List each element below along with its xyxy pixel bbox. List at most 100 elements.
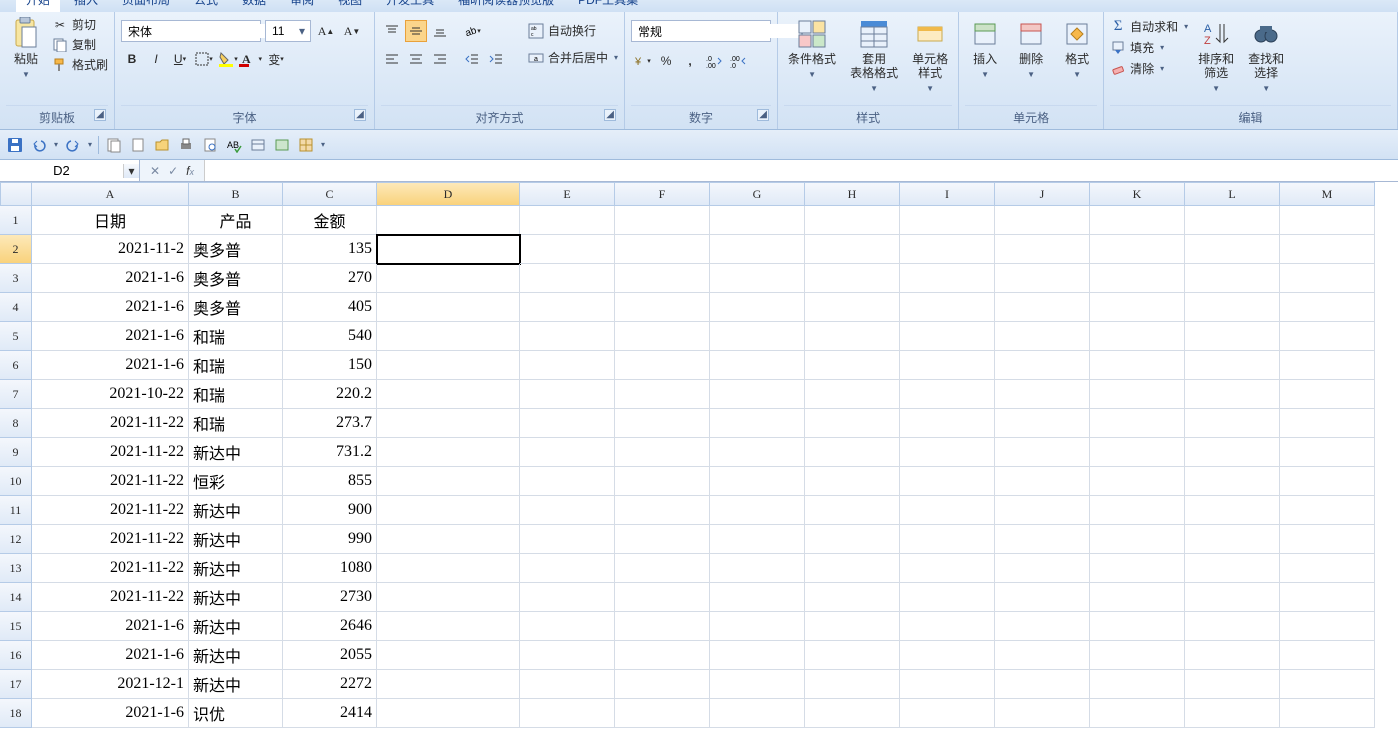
cell[interactable]: 2730 xyxy=(283,583,377,612)
merge-center-button[interactable]: a合并后居中▾ xyxy=(528,49,618,66)
cell[interactable] xyxy=(377,351,520,380)
cell[interactable] xyxy=(995,525,1090,554)
tab-5[interactable]: 审阅 xyxy=(280,0,324,12)
cell[interactable] xyxy=(900,583,995,612)
cell[interactable] xyxy=(520,206,615,235)
cell[interactable] xyxy=(1185,293,1280,322)
cell[interactable] xyxy=(805,612,900,641)
cell[interactable] xyxy=(377,583,520,612)
cell[interactable] xyxy=(710,351,805,380)
redo-icon[interactable] xyxy=(64,136,82,154)
cell[interactable] xyxy=(520,554,615,583)
cell[interactable] xyxy=(615,525,710,554)
sort-filter-button[interactable]: AZ排序和 筛选▼ xyxy=(1194,16,1238,98)
cell[interactable] xyxy=(615,583,710,612)
row-header[interactable]: 17 xyxy=(0,670,32,699)
qat-icon[interactable] xyxy=(249,136,267,154)
cell[interactable] xyxy=(995,351,1090,380)
phonetic-button[interactable]: 变▾ xyxy=(265,48,287,70)
cell[interactable]: 2021-1-6 xyxy=(32,351,189,380)
cell[interactable] xyxy=(900,670,995,699)
quickprint-icon[interactable] xyxy=(177,136,195,154)
cell[interactable] xyxy=(900,322,995,351)
cell[interactable] xyxy=(710,583,805,612)
cell[interactable] xyxy=(995,641,1090,670)
cut-button[interactable]: ✂剪切 xyxy=(52,16,108,33)
cell[interactable]: 金额 xyxy=(283,206,377,235)
tab-7[interactable]: 开发工具 xyxy=(376,0,444,12)
row-header[interactable]: 9 xyxy=(0,438,32,467)
cell[interactable] xyxy=(1280,670,1375,699)
cell[interactable] xyxy=(995,612,1090,641)
cell[interactable]: 2055 xyxy=(283,641,377,670)
cell[interactable] xyxy=(805,670,900,699)
fx-icon[interactable]: fx xyxy=(186,164,194,178)
cell[interactable] xyxy=(1280,322,1375,351)
cell[interactable] xyxy=(995,322,1090,351)
cell[interactable] xyxy=(710,380,805,409)
shrink-font-button[interactable]: A▼ xyxy=(341,20,363,42)
cell[interactable] xyxy=(1280,496,1375,525)
qat-icon[interactable] xyxy=(297,136,315,154)
qat-icon[interactable] xyxy=(105,136,123,154)
cell[interactable] xyxy=(377,409,520,438)
cell[interactable] xyxy=(1185,380,1280,409)
cell[interactable] xyxy=(900,206,995,235)
cell[interactable] xyxy=(710,322,805,351)
decrease-decimal-button[interactable]: .00.0 xyxy=(727,50,749,72)
cell[interactable]: 273.7 xyxy=(283,409,377,438)
tab-3[interactable]: 公式 xyxy=(184,0,228,12)
cell[interactable] xyxy=(710,235,805,264)
cell[interactable] xyxy=(615,438,710,467)
cell[interactable] xyxy=(615,206,710,235)
cell[interactable] xyxy=(1280,409,1375,438)
font-color-button[interactable]: A▾ xyxy=(241,48,263,70)
cell[interactable] xyxy=(1280,525,1375,554)
copy-button[interactable]: 复制 xyxy=(52,36,108,53)
cell[interactable] xyxy=(1090,525,1185,554)
orientation-button[interactable]: ab▾ xyxy=(461,20,483,42)
dialog-launcher-icon[interactable]: ◢ xyxy=(354,109,366,121)
cell[interactable] xyxy=(995,409,1090,438)
cell[interactable] xyxy=(377,496,520,525)
tab-2[interactable]: 页面布局 xyxy=(112,0,180,12)
cell[interactable] xyxy=(520,612,615,641)
cell[interactable] xyxy=(1090,409,1185,438)
cell[interactable]: 奥多普 xyxy=(189,293,283,322)
cell[interactable] xyxy=(710,670,805,699)
cell[interactable] xyxy=(377,641,520,670)
cell[interactable]: 新达中 xyxy=(189,496,283,525)
cell[interactable]: 日期 xyxy=(32,206,189,235)
cell[interactable]: 270 xyxy=(283,264,377,293)
cell[interactable] xyxy=(1185,699,1280,728)
cell[interactable] xyxy=(520,264,615,293)
cell[interactable]: 2021-11-22 xyxy=(32,409,189,438)
column-header[interactable]: H xyxy=(805,182,900,206)
currency-button[interactable]: ¥▾ xyxy=(631,50,653,72)
undo-icon[interactable] xyxy=(30,136,48,154)
cell[interactable] xyxy=(520,293,615,322)
cell[interactable] xyxy=(377,670,520,699)
comma-button[interactable]: , xyxy=(679,50,701,72)
cell[interactable] xyxy=(377,554,520,583)
cell[interactable] xyxy=(520,641,615,670)
cell[interactable] xyxy=(1280,612,1375,641)
column-header[interactable]: A xyxy=(32,182,189,206)
row-header[interactable]: 12 xyxy=(0,525,32,554)
cell[interactable] xyxy=(615,612,710,641)
cell[interactable]: 新达中 xyxy=(189,554,283,583)
cell[interactable] xyxy=(520,467,615,496)
cell[interactable] xyxy=(615,264,710,293)
cell[interactable]: 2021-12-1 xyxy=(32,670,189,699)
row-header[interactable]: 16 xyxy=(0,641,32,670)
cell[interactable] xyxy=(520,525,615,554)
cell[interactable] xyxy=(615,380,710,409)
cell[interactable] xyxy=(1090,235,1185,264)
cell[interactable] xyxy=(1185,670,1280,699)
cell[interactable]: 2021-1-6 xyxy=(32,293,189,322)
cell[interactable] xyxy=(1090,641,1185,670)
cell[interactable]: 产品 xyxy=(189,206,283,235)
row-header[interactable]: 14 xyxy=(0,583,32,612)
cell[interactable] xyxy=(1280,438,1375,467)
cell-styles-button[interactable]: 单元格 样式▼ xyxy=(908,16,952,98)
